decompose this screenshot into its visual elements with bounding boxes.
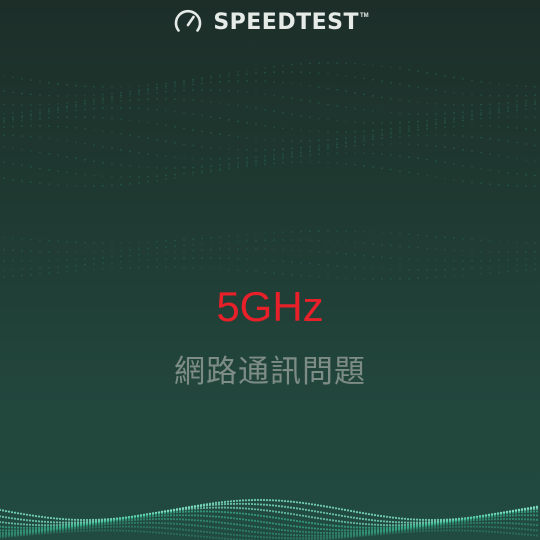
- particle-field-middle: [3, 230, 536, 280]
- particle-wave: [0, 498, 539, 540]
- brand-name: SPEEDTEST: [213, 9, 359, 35]
- speedometer-gauge-icon: [175, 9, 202, 32]
- status-message: 網路通訊問題: [174, 354, 366, 390]
- app-header: SPEEDTEST TM: [0, 4, 540, 40]
- trademark-mark: TM: [360, 13, 369, 19]
- wifi-band-label: 5GHz: [216, 283, 324, 330]
- particle-field-top: [3, 62, 536, 187]
